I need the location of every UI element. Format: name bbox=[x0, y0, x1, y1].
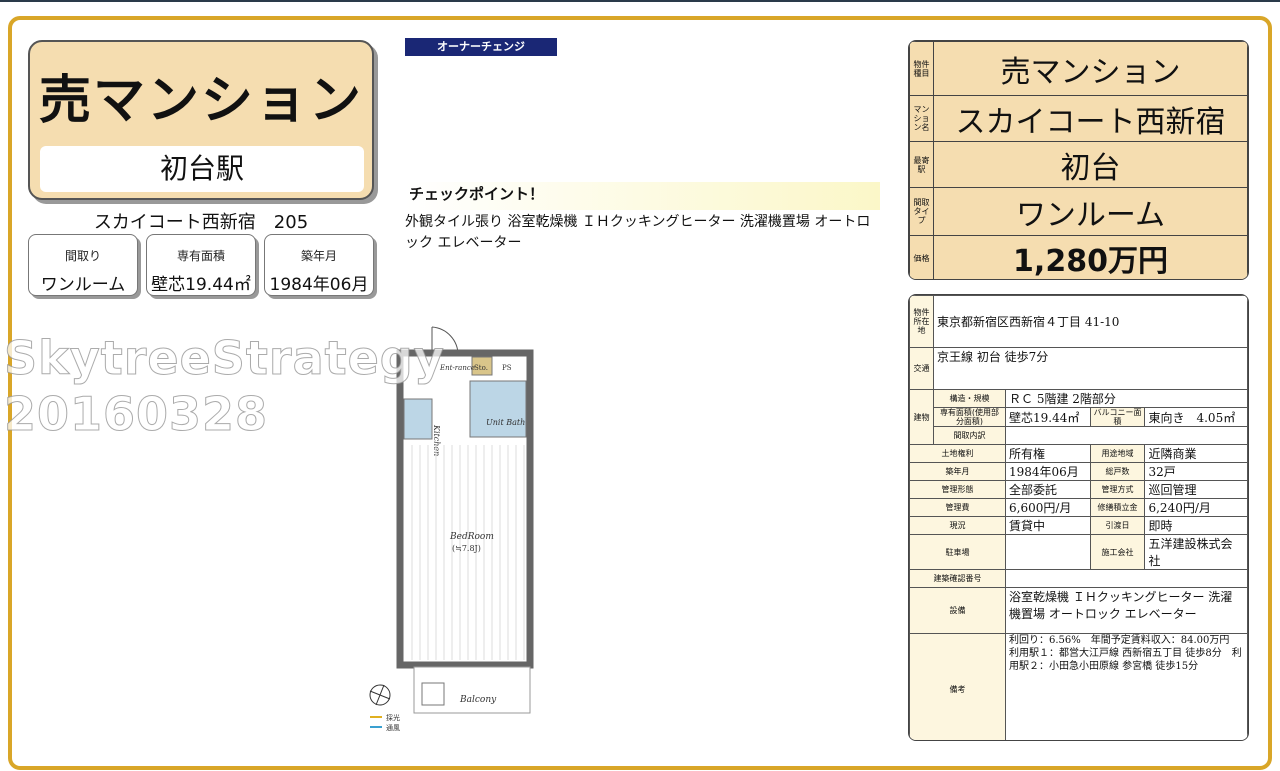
entrance-label: Ent-rance bbox=[439, 364, 475, 372]
struct-key: 構造・規模 bbox=[933, 389, 1006, 408]
status-value: 賃貸中 bbox=[1005, 516, 1091, 535]
type-key: 物件種目 bbox=[909, 41, 934, 96]
parking-key: 駐車場 bbox=[909, 534, 1006, 570]
builder-value: 五洋建設株式会社 bbox=[1144, 534, 1248, 570]
mgmt-type-key: 管理方式 bbox=[1089, 480, 1146, 499]
area-card-value: 壁芯19.44㎡ bbox=[151, 275, 251, 295]
built-card-title: 築年月 bbox=[300, 249, 337, 263]
unit-bath bbox=[469, 380, 527, 438]
built-key: 築年月 bbox=[909, 462, 1006, 481]
name-key: マンション名 bbox=[909, 95, 934, 142]
bedroom-label: BedRoom bbox=[449, 532, 494, 542]
addr-value: 東京都新宿区西新宿４丁目 41-10 bbox=[933, 295, 1248, 348]
zone-value: 近隣商業 bbox=[1144, 444, 1248, 463]
price-key: 価格 bbox=[909, 235, 934, 279]
builder-key: 施工会社 bbox=[1089, 534, 1146, 570]
zone-key: 用途地域 bbox=[1089, 444, 1146, 463]
confirm-key: 建築確認番号 bbox=[909, 569, 1006, 588]
detail-table: 物件所在地 東京都新宿区西新宿４丁目 41-10 交通 京王線 初台 徒歩7分 建物… bbox=[908, 294, 1249, 741]
type-value: 売マンション bbox=[933, 41, 1248, 96]
bedroom-size: (≒7.8J) bbox=[452, 544, 481, 553]
area-value: 壁芯19.44㎡ bbox=[1005, 407, 1091, 427]
checkpoint-title: チェックポイント！ bbox=[405, 182, 880, 210]
layout-card: 間取り ワンルーム bbox=[28, 234, 138, 296]
legend-wind: 通風 bbox=[386, 723, 400, 732]
property-type-heading: 売マンション bbox=[38, 71, 363, 131]
parking-value bbox=[1005, 534, 1091, 570]
built-card: 築年月 1984年06月 bbox=[264, 234, 374, 296]
fee-key: 管理費 bbox=[909, 498, 1006, 517]
building-name-line: スカイコート西新宿 205 bbox=[93, 212, 309, 233]
station-value: 初台 bbox=[933, 141, 1248, 188]
access-key: 交通 bbox=[909, 347, 934, 390]
storage-label: Sto. bbox=[474, 364, 488, 372]
status-key: 現況 bbox=[909, 516, 1006, 535]
built-card-value: 1984年06月 bbox=[269, 275, 369, 295]
balc-value: 東向き 4.05㎡ bbox=[1144, 407, 1248, 427]
compass-icon bbox=[369, 684, 391, 706]
summary-table: 物件種目 売マンション マンション名 スカイコート西新宿 最寄駅 初台 間取タイプ ワン… bbox=[908, 40, 1249, 280]
units-key: 総戸数 bbox=[1089, 462, 1146, 481]
balc-key: バルコニー面積 bbox=[1089, 407, 1146, 427]
station-key: 最寄駅 bbox=[909, 141, 934, 188]
built-value: 1984年06月 bbox=[1005, 462, 1091, 481]
price-value: 1,280万円 bbox=[933, 235, 1248, 279]
owner-change-badge: オーナーチェンジ bbox=[405, 38, 557, 56]
handover-value: 即時 bbox=[1144, 516, 1248, 535]
kitchen-sink bbox=[403, 398, 433, 440]
area-key: 専有面積(使用部分面積) bbox=[933, 407, 1006, 427]
ps-label: PS bbox=[502, 364, 512, 372]
layout-value: ワンルーム bbox=[933, 187, 1248, 236]
area-card-title: 専有面積 bbox=[176, 249, 225, 263]
mgmt-value: 全部委託 bbox=[1005, 480, 1091, 499]
area-card: 専有面積 壁芯19.44㎡ bbox=[146, 234, 256, 296]
note-value: 利回り：6.56% 年間予定賃料収入：84.00万円 利用駅１：都営大江戸線 西… bbox=[1005, 633, 1248, 740]
land-key: 土地権利 bbox=[909, 444, 1006, 463]
confirm-value bbox=[1005, 569, 1248, 588]
addr-key: 物件所在地 bbox=[909, 295, 934, 348]
bldg-key: 建物 bbox=[909, 389, 934, 445]
struct-value: ＲＣ 5階建 2階部分 bbox=[1005, 389, 1248, 408]
station-label: 初台駅 bbox=[40, 146, 364, 192]
equip-value: 浴室乾燥機 ＩＨクッキングヒーター 洗濯機置場 オートロック エレベーター bbox=[1005, 587, 1248, 634]
checkpoint-body: 外観タイル張り 浴室乾燥機 ＩＨクッキングヒーター 洗濯機置場 オートロック エ… bbox=[405, 214, 871, 251]
units-value: 32戸 bbox=[1144, 462, 1248, 481]
equip-key: 設備 bbox=[909, 587, 1006, 634]
balcony-label: Balcony bbox=[459, 695, 497, 705]
layout-card-value: ワンルーム bbox=[40, 275, 126, 295]
repair-key: 修繕積立金 bbox=[1089, 498, 1146, 517]
legend-light: 採光 bbox=[386, 713, 400, 722]
name-value: スカイコート西新宿 bbox=[933, 95, 1248, 142]
aircon-unit bbox=[421, 682, 445, 706]
mgmt-type-value: 巡回管理 bbox=[1144, 480, 1248, 499]
mgmt-key: 管理形態 bbox=[909, 480, 1006, 499]
hero-card: 売マンション 初台駅 bbox=[28, 40, 374, 200]
top-bar bbox=[0, 0, 1280, 2]
fee-value: 6,600円/月 bbox=[1005, 498, 1091, 517]
land-value: 所有権 bbox=[1005, 444, 1091, 463]
floor-plan: Sto. PS Ent-rance Kitchen Unit Bath BedR… bbox=[369, 326, 534, 732]
layout-card-title: 間取り bbox=[64, 249, 101, 263]
inner-value bbox=[1005, 426, 1248, 445]
access-value: 京王線 初台 徒歩7分 bbox=[933, 347, 1248, 390]
handover-key: 引渡日 bbox=[1089, 516, 1146, 535]
bath-label: Unit Bath bbox=[486, 418, 525, 427]
inner-key: 間取内訳 bbox=[933, 426, 1006, 445]
repair-value: 6,240円/月 bbox=[1144, 498, 1248, 517]
note-key: 備考 bbox=[909, 633, 1006, 740]
layout-key: 間取タイプ bbox=[909, 187, 934, 236]
